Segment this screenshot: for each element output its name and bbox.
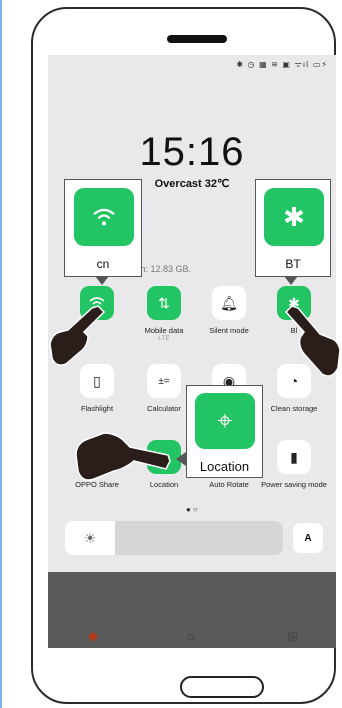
wifi-callout: cn bbox=[64, 179, 142, 277]
weather-nav-icon[interactable]: ☼ bbox=[185, 628, 197, 643]
bluetooth-icon: ✱ bbox=[264, 188, 324, 246]
tile-flashlight[interactable]: ▯ Flashlight bbox=[62, 364, 132, 413]
tile-sublabel: LTE bbox=[158, 335, 170, 342]
wifi-icon bbox=[74, 188, 134, 246]
tile-power-saving[interactable]: ▮ Power saving mode bbox=[259, 440, 329, 489]
pointing-hand-icon bbox=[284, 305, 341, 377]
bt-callout-label: BT bbox=[285, 257, 301, 271]
tile-label: Mobile data bbox=[144, 326, 184, 335]
sun-icon: ☀ bbox=[65, 521, 115, 555]
tile-mobile-data[interactable]: ⇅ Mobile data LTE bbox=[129, 286, 199, 342]
location-callout: ⌖ Location bbox=[186, 385, 263, 478]
bt-callout: ✱ BT bbox=[255, 179, 331, 277]
speaker bbox=[167, 35, 227, 43]
calculator-icon: ±= bbox=[147, 364, 181, 398]
location-callout-label: Location bbox=[199, 459, 250, 474]
battery-icon: ▮ bbox=[277, 440, 311, 474]
clock-time: 15:16 bbox=[139, 130, 245, 174]
callout-pointer bbox=[95, 276, 109, 285]
mobile-data-icon: ⇅ bbox=[147, 286, 181, 320]
tile-silent-mode[interactable]: 🔔︎ Silent mode bbox=[194, 286, 264, 335]
status-bar: ✱ ◷ ▦ ≋ ▣ ᯤıl ▭⚡ bbox=[236, 60, 328, 69]
tile-label: Silent mode bbox=[209, 326, 249, 335]
home-nav-icon[interactable]: ◆ bbox=[88, 628, 98, 644]
page-indicator: ●○ bbox=[186, 505, 200, 514]
left-edge-line bbox=[0, 0, 2, 708]
pointing-hand-icon bbox=[75, 432, 171, 481]
pointing-hand-icon bbox=[49, 305, 106, 366]
flashlight-icon: ▯ bbox=[80, 364, 114, 398]
brightness-slider[interactable]: ☀ bbox=[65, 521, 283, 555]
location-pin-icon: ⌖ bbox=[195, 393, 255, 449]
tile-label: Power saving mode bbox=[261, 480, 327, 489]
tile-label: Flashlight bbox=[80, 404, 114, 413]
auto-brightness-button[interactable]: A bbox=[293, 523, 323, 553]
home-button[interactable] bbox=[180, 676, 264, 698]
callout-pointer bbox=[176, 452, 186, 466]
wifi-callout-label: cn bbox=[96, 257, 110, 271]
tile-label: Clean storage bbox=[270, 404, 318, 413]
tile-label: Auto Rotate bbox=[209, 480, 249, 489]
profile-nav-icon[interactable]: ◎ bbox=[287, 628, 298, 644]
callout-pointer bbox=[284, 276, 298, 285]
bell-icon: 🔔︎ bbox=[212, 286, 246, 320]
